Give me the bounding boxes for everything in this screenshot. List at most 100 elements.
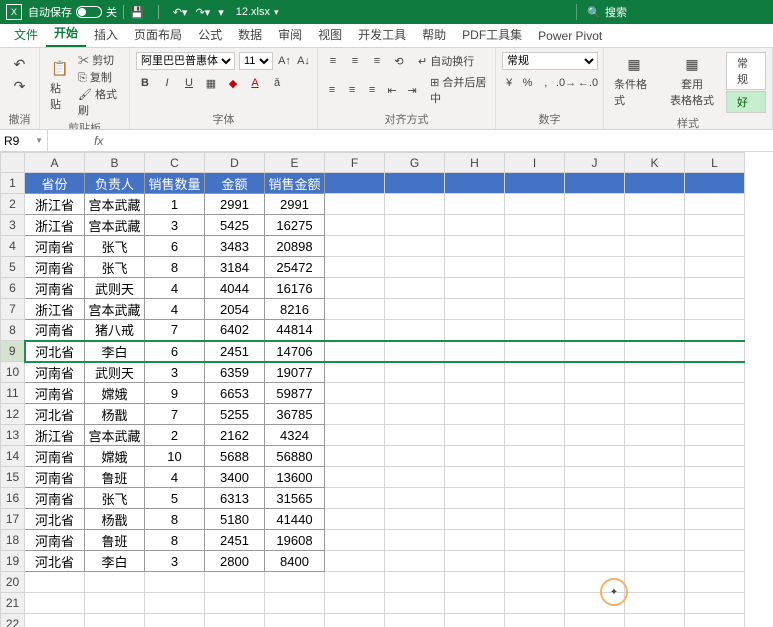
cell[interactable] (565, 404, 625, 425)
cell[interactable] (325, 236, 385, 257)
cell[interactable] (625, 215, 685, 236)
decrease-font-icon[interactable]: A↓ (296, 52, 311, 70)
cell[interactable] (385, 551, 445, 572)
cell[interactable] (445, 299, 505, 320)
name-box[interactable]: R9 ▼ (0, 130, 48, 151)
cell[interactable] (565, 572, 625, 593)
row-header[interactable]: 13 (1, 425, 25, 446)
cell[interactable] (685, 320, 745, 341)
cell[interactable] (445, 215, 505, 236)
cell[interactable] (685, 551, 745, 572)
cell[interactable]: 省份 (25, 173, 85, 194)
row-header[interactable]: 19 (1, 551, 25, 572)
cell[interactable] (325, 362, 385, 383)
cell[interactable]: 河南省 (25, 362, 85, 383)
cell[interactable] (685, 404, 745, 425)
cell[interactable]: 河南省 (25, 236, 85, 257)
row-header[interactable]: 22 (1, 614, 25, 627)
cell[interactable] (325, 425, 385, 446)
cell[interactable] (325, 551, 385, 572)
cell[interactable] (685, 425, 745, 446)
cell[interactable]: 张飞 (85, 488, 145, 509)
cell[interactable] (625, 593, 685, 614)
tab-developer[interactable]: 开发工具 (350, 22, 414, 47)
cell[interactable] (385, 194, 445, 215)
cell[interactable] (565, 257, 625, 278)
row-header[interactable]: 10 (1, 362, 25, 383)
cell[interactable]: 负责人 (85, 173, 145, 194)
cell[interactable] (625, 404, 685, 425)
cell[interactable] (445, 446, 505, 467)
cell[interactable]: 河北省 (25, 341, 85, 362)
cell[interactable] (445, 593, 505, 614)
cell[interactable] (85, 593, 145, 614)
fx-icon[interactable]: fx (88, 134, 109, 148)
cell[interactable] (325, 383, 385, 404)
cut-button[interactable]: ✂ 剪切 (78, 52, 123, 68)
cell[interactable] (625, 383, 685, 404)
cell[interactable] (385, 488, 445, 509)
row-header[interactable]: 8 (1, 320, 25, 341)
cell[interactable]: 浙江省 (25, 215, 85, 236)
cell[interactable] (325, 446, 385, 467)
select-all-corner[interactable] (1, 153, 25, 173)
cell[interactable] (685, 530, 745, 551)
cell[interactable]: 3 (145, 551, 205, 572)
percent-icon[interactable]: % (520, 74, 534, 92)
cell-style-normal[interactable]: 常规 (726, 52, 766, 90)
cell[interactable] (445, 404, 505, 425)
cell-style-good[interactable]: 好 (726, 91, 766, 113)
cell[interactable] (685, 593, 745, 614)
cell[interactable] (685, 488, 745, 509)
font-name-combo[interactable]: 阿里巴巴普惠体 (136, 52, 235, 70)
cell[interactable]: 河北省 (25, 551, 85, 572)
cell[interactable] (325, 509, 385, 530)
cell[interactable] (685, 236, 745, 257)
cell[interactable]: 6 (145, 341, 205, 362)
cell[interactable] (565, 173, 625, 194)
bold-button[interactable]: B (136, 74, 154, 92)
cell[interactable] (205, 572, 265, 593)
search-box[interactable]: 🔍 搜索 (576, 4, 627, 20)
cell[interactable]: 2991 (205, 194, 265, 215)
cell[interactable]: 36785 (265, 404, 325, 425)
cell[interactable] (565, 593, 625, 614)
cell[interactable] (625, 446, 685, 467)
cell[interactable] (385, 467, 445, 488)
cell[interactable] (565, 236, 625, 257)
undo-icon[interactable]: ↶▾ (173, 6, 188, 19)
cell[interactable]: 2451 (205, 341, 265, 362)
cell[interactable]: 河南省 (25, 383, 85, 404)
row-header[interactable]: 15 (1, 467, 25, 488)
cell[interactable] (325, 278, 385, 299)
cell[interactable] (385, 530, 445, 551)
cell[interactable] (445, 425, 505, 446)
align-bottom-icon[interactable]: ≡ (368, 52, 386, 70)
cell[interactable] (385, 446, 445, 467)
cell[interactable] (625, 278, 685, 299)
column-header[interactable]: K (625, 153, 685, 173)
cell[interactable]: 河南省 (25, 320, 85, 341)
cell[interactable] (505, 509, 565, 530)
cell[interactable]: 河南省 (25, 467, 85, 488)
cell[interactable]: 3184 (205, 257, 265, 278)
cell[interactable]: 李白 (85, 551, 145, 572)
cell[interactable] (445, 362, 505, 383)
cell[interactable] (385, 404, 445, 425)
cell[interactable] (565, 467, 625, 488)
cell[interactable] (325, 488, 385, 509)
cell[interactable] (25, 572, 85, 593)
cell[interactable]: 16176 (265, 278, 325, 299)
cell[interactable]: 3483 (205, 236, 265, 257)
fill-color-button[interactable]: ◆ (224, 74, 242, 92)
cell[interactable] (565, 299, 625, 320)
cell[interactable]: 4 (145, 278, 205, 299)
cell[interactable] (505, 530, 565, 551)
cell[interactable] (625, 614, 685, 627)
phonetic-button[interactable]: ǎ (268, 74, 286, 92)
cell[interactable]: 4 (145, 467, 205, 488)
cell[interactable] (505, 215, 565, 236)
cell[interactable]: 武则天 (85, 362, 145, 383)
cell[interactable]: 浙江省 (25, 194, 85, 215)
wrap-text-button[interactable]: ↵ 自动换行 (418, 53, 474, 69)
